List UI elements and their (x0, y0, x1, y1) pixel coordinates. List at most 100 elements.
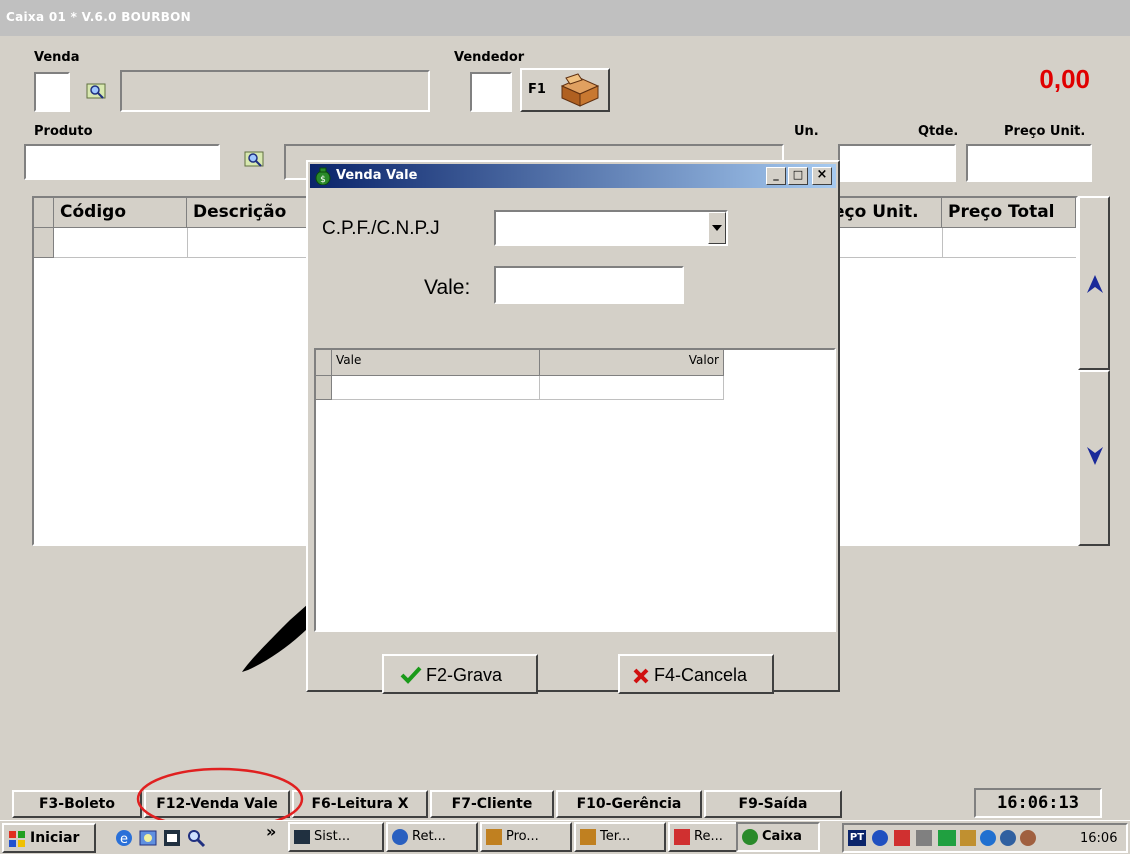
info-icon[interactable] (980, 830, 996, 846)
svg-text:$: $ (320, 175, 326, 185)
vale-label: Vale: (424, 276, 471, 299)
language-indicator[interactable]: PT (848, 830, 866, 846)
chevron-down-icon (712, 225, 722, 231)
system-tray: PT 16:06 (842, 823, 1128, 853)
vendedor-label: Vendedor (454, 50, 525, 65)
terminal-icon (294, 829, 310, 844)
network-icon[interactable] (872, 830, 888, 846)
grid-corner (34, 198, 54, 228)
un-label: Un. (794, 124, 819, 139)
cpf-combobox[interactable] (494, 210, 728, 246)
vendedor-code-input[interactable] (470, 72, 512, 112)
f6-leitura-x-button[interactable]: F6-Leitura X (292, 790, 428, 818)
f3-boleto-button[interactable]: F3-Boleto (12, 790, 142, 818)
grava-button[interactable]: F2-Grava (382, 654, 538, 694)
venda-code-input[interactable] (34, 72, 70, 112)
app-tray-icon[interactable] (894, 830, 910, 846)
arrow-up-icon (1087, 275, 1103, 293)
grid-row-indicator (34, 228, 54, 258)
produto-label: Produto (34, 124, 93, 139)
produto-search-icon[interactable] (244, 150, 266, 170)
qtde-input[interactable] (838, 144, 956, 182)
venda-search-icon[interactable] (86, 82, 108, 102)
taskbar-item-label: Ter... (600, 829, 631, 844)
maximize-button[interactable]: □ (788, 167, 808, 185)
grava-label: F2-Grava (426, 665, 503, 685)
antivirus-icon[interactable] (938, 830, 956, 846)
scroll-up-button[interactable] (1078, 196, 1110, 370)
f7-cliente-button[interactable]: F7-Cliente (430, 790, 554, 818)
qtde-label: Qtde. (918, 124, 959, 139)
grid-column-preco-unit[interactable]: eço Unit. (827, 198, 942, 228)
taskbar-item-label: Caixa (762, 829, 802, 844)
quicklaunch-overflow-chevron[interactable]: » (266, 822, 276, 841)
venda-label: Venda (34, 50, 80, 65)
f10-gerencia-button[interactable]: F10-Gerência (556, 790, 702, 818)
connection-icon[interactable] (916, 830, 932, 846)
f9-saida-button[interactable]: F9-Saída (704, 790, 842, 818)
cpf-dropdown-button[interactable] (708, 212, 726, 244)
tray-icon[interactable] (960, 830, 976, 846)
taskbar-item-ret[interactable]: Ret... (386, 822, 478, 852)
start-label: Iniciar (30, 830, 80, 846)
taskbar-item-ter[interactable]: Ter... (574, 822, 666, 852)
vale-input[interactable] (494, 266, 684, 304)
table-row[interactable] (332, 376, 724, 400)
preco-unit-label: Preço Unit. (1004, 124, 1086, 139)
internet-explorer-icon[interactable]: e (114, 828, 134, 848)
preco-unit-input[interactable] (966, 144, 1092, 182)
window-title: Caixa 01 * V.6.0 BOURBON (6, 10, 192, 24)
cancela-button[interactable]: F4-Cancela (618, 654, 774, 694)
cancela-label: F4-Cancela (654, 665, 748, 685)
close-icon: × (816, 167, 828, 182)
taskbar-item-pro[interactable]: Pro... (480, 822, 572, 852)
brush-stroke-decoration (242, 604, 308, 672)
vale-grid-column-valor[interactable]: Valor (540, 350, 724, 376)
taskbar-item-label: Sist... (314, 829, 351, 844)
produto-code-input[interactable] (24, 144, 220, 180)
taskbar-item-label: Pro... (506, 829, 539, 844)
svg-text:e: e (120, 832, 128, 847)
clock-display: 16:06:13 (974, 788, 1102, 818)
vale-grid-corner (316, 350, 332, 376)
app-icon (674, 828, 690, 845)
tree-icon (486, 828, 502, 845)
scroll-down-button[interactable] (1078, 370, 1110, 546)
taskbar-item-sist[interactable]: Sist... (288, 822, 384, 852)
vale-grid[interactable]: Vale Valor (314, 348, 836, 632)
search-icon[interactable] (186, 828, 206, 848)
money-bag-icon (742, 828, 758, 845)
vale-grid-column-vale[interactable]: Vale (332, 350, 540, 376)
start-button[interactable]: Iniciar (2, 823, 96, 853)
maximize-icon: □ (792, 168, 804, 181)
tray-clock: 16:06 (1080, 831, 1118, 846)
money-bag-icon: $ (315, 167, 331, 185)
globe-icon (392, 828, 408, 845)
grid-column-preco-total[interactable]: Preço Total (942, 198, 1076, 228)
taskbar-item-label: Ret... (412, 829, 446, 844)
outlook-express-icon[interactable] (138, 828, 158, 848)
dialog-title-bar: $ Venda Vale _ □ × (310, 164, 836, 188)
taskbar-item-label: Re... (694, 829, 723, 844)
vendedor-key-label: F1 (528, 82, 546, 97)
grid-column-codigo[interactable]: Código (54, 198, 187, 228)
show-desktop-icon[interactable] (162, 828, 182, 848)
venda-description-field (120, 70, 430, 112)
tray-icon[interactable] (1020, 830, 1036, 846)
venda-vale-dialog: $ Venda Vale _ □ × C.P.F./C.N.P.J Vale: … (306, 160, 840, 694)
box-icon (560, 73, 600, 107)
minimize-button[interactable]: _ (766, 167, 786, 185)
tray-icon[interactable] (1000, 830, 1016, 846)
taskbar-item-caixa[interactable]: Caixa (736, 822, 820, 852)
check-icon (400, 666, 422, 684)
cpf-label: C.P.F./C.N.P.J (322, 218, 440, 239)
total-amount: 0,00 (1039, 64, 1090, 94)
window-title-bar: Caixa 01 * V.6.0 BOURBON (0, 0, 1130, 36)
windows-logo-icon (9, 831, 25, 847)
x-icon (633, 668, 649, 684)
minimize-icon: _ (773, 168, 779, 181)
dialog-title: Venda Vale (336, 168, 418, 183)
vale-grid-row-indicator (316, 376, 332, 400)
close-button[interactable]: × (812, 167, 832, 185)
vendedor-lookup-button[interactable]: F1 (520, 68, 610, 112)
